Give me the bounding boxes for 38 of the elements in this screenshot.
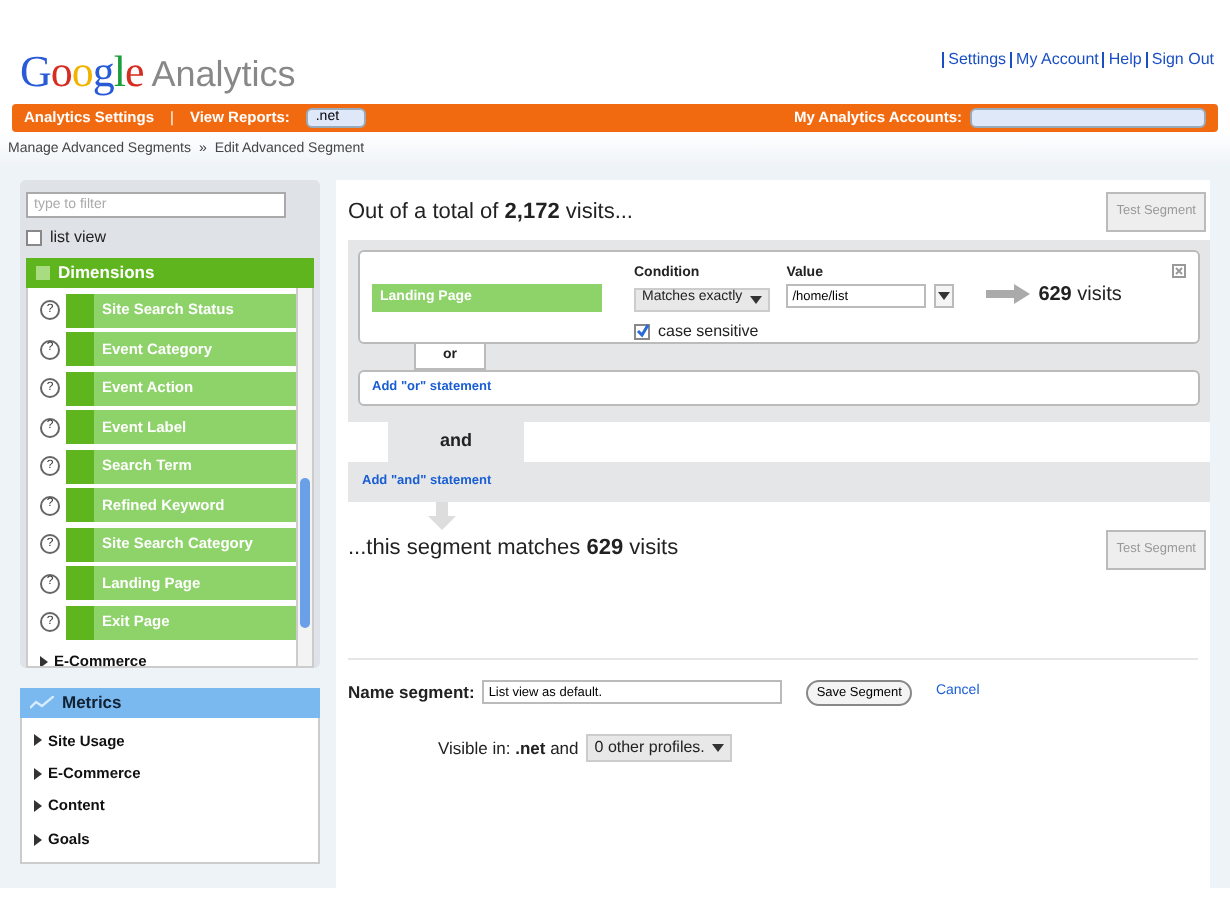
caret-icon: [938, 292, 951, 301]
visibility-label: Visible in: .net and: [438, 735, 579, 762]
drag-handle[interactable]: [66, 527, 94, 561]
field-label: Name segment:: [348, 680, 475, 706]
list-view-checkbox[interactable]: [26, 230, 42, 246]
total-visits-text: Out of a total of 2,172 visits...: [348, 197, 633, 228]
section-title: Dimensions: [58, 260, 155, 286]
grid-icon: [36, 266, 50, 280]
section-title: Metrics: [62, 690, 122, 716]
case-checkbox[interactable]: [634, 323, 650, 339]
header-link[interactable]: Settings: [948, 48, 1007, 72]
drag-handle[interactable]: [66, 605, 94, 639]
drag-handle[interactable]: [66, 410, 94, 444]
logo-text: Google: [20, 44, 144, 100]
arrow-icon: [986, 284, 1031, 305]
header-link[interactable]: Sign Out: [1151, 48, 1214, 72]
accounts-select[interactable]: [970, 108, 1206, 128]
drag-handle[interactable]: [66, 371, 94, 405]
visits-result: 629 visits: [1038, 281, 1122, 310]
drag-handle[interactable]: [66, 566, 94, 600]
profiles-select[interactable]: 0 other profiles.: [586, 734, 733, 763]
caret-icon: [712, 744, 725, 753]
product-name: Analytics: [151, 52, 296, 98]
chart-icon: [30, 696, 54, 710]
checkbox-label: case sensitive: [658, 319, 759, 343]
segment-matches-text: ...this segment matches 629 visits: [348, 534, 679, 565]
checkbox-label: list view: [50, 226, 107, 250]
scrollbar[interactable]: [296, 288, 312, 666]
header-link[interactable]: My Account: [1016, 48, 1099, 72]
check-icon: [635, 324, 649, 338]
drag-handle[interactable]: [66, 293, 94, 327]
drag-handle[interactable]: [66, 332, 94, 366]
header-link[interactable]: Help: [1108, 48, 1142, 72]
dropdown-button[interactable]: [934, 284, 955, 309]
drag-handle[interactable]: [66, 449, 94, 483]
drag-handle[interactable]: [66, 488, 94, 522]
caret-icon: [750, 295, 763, 303]
close-icon[interactable]: [1172, 263, 1186, 278]
